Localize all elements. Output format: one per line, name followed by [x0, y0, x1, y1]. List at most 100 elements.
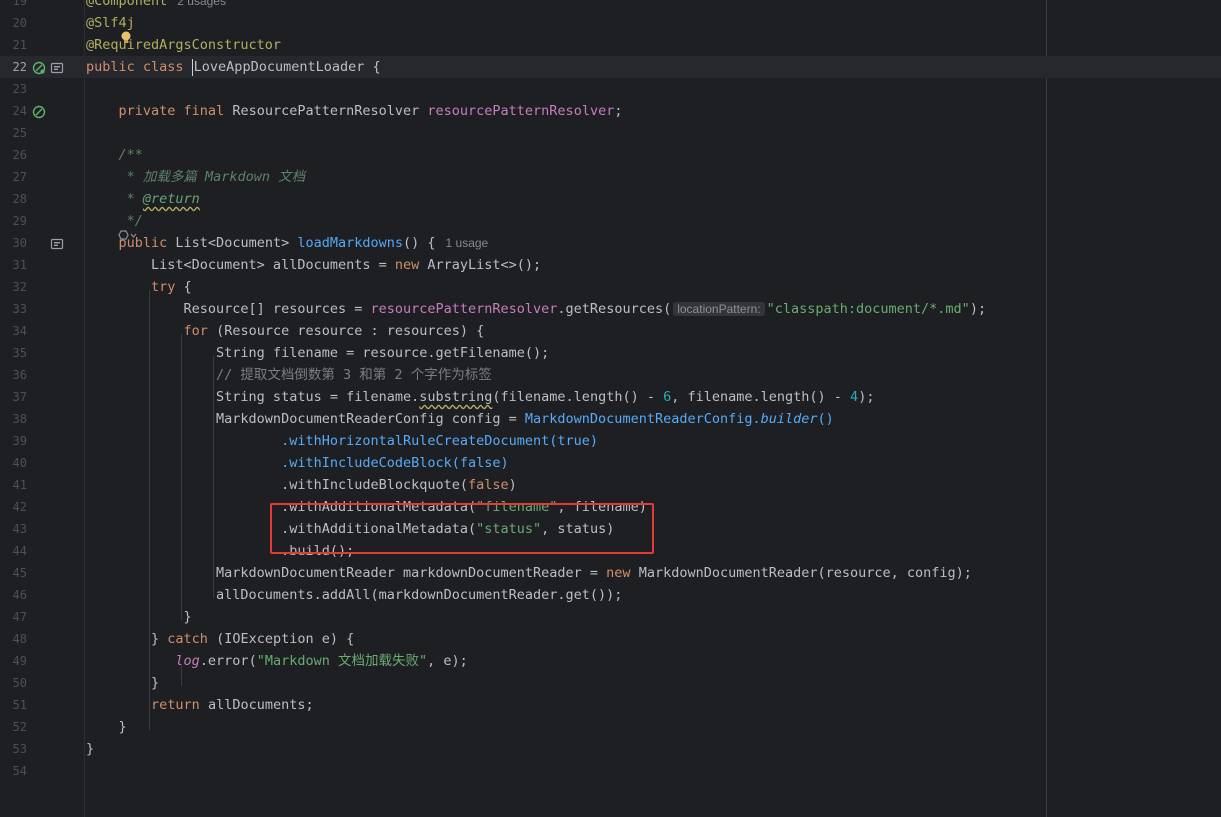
line-number[interactable]: 50 — [0, 672, 27, 694]
code-line[interactable]: 54 — [0, 760, 1221, 782]
code-line[interactable]: 51 return allDocuments; — [0, 694, 1221, 716]
code-line[interactable]: 29 */ — [0, 210, 1221, 232]
code-line[interactable]: 28 * @return — [0, 188, 1221, 210]
code-text[interactable]: try { — [86, 276, 192, 298]
code-line[interactable]: 47 } — [0, 606, 1221, 628]
line-number[interactable]: 46 — [0, 584, 27, 606]
code-text[interactable]: // 提取文档倒数第 3 和第 2 个字作为标签 — [86, 364, 492, 386]
line-number[interactable]: 42 — [0, 496, 27, 518]
code-line[interactable]: 21 @RequiredArgsConstructor — [0, 34, 1221, 56]
code-line[interactable]: 49 log.error("Markdown 文档加载失败", e); — [0, 650, 1221, 672]
code-text[interactable]: @RequiredArgsConstructor — [86, 34, 281, 56]
line-number[interactable]: 21 — [0, 34, 27, 56]
code-text[interactable]: for (Resource resource : resources) { — [86, 320, 485, 342]
code-text[interactable]: allDocuments.addAll(markdownDocumentRead… — [86, 584, 622, 606]
code-line[interactable]: 41 .withIncludeBlockquote(false) — [0, 474, 1221, 496]
line-number[interactable]: 29 — [0, 210, 27, 232]
code-line[interactable]: 22 public class LoveAppDocumentLoader { — [0, 56, 1221, 78]
code-line[interactable]: 36 // 提取文档倒数第 3 和第 2 个字作为标签 — [0, 364, 1221, 386]
code-text[interactable]: .build(); — [86, 540, 354, 562]
code-line[interactable]: 46 allDocuments.addAll(markdownDocumentR… — [0, 584, 1221, 606]
line-number[interactable]: 47 — [0, 606, 27, 628]
line-number[interactable]: 25 — [0, 122, 27, 144]
code-line[interactable]: 48 } catch (IOException e) { — [0, 628, 1221, 650]
code-line[interactable]: 31 List<Document> allDocuments = new Arr… — [0, 254, 1221, 276]
code-line[interactable]: 32 try { — [0, 276, 1221, 298]
code-text[interactable]: public class LoveAppDocumentLoader { — [86, 56, 381, 78]
code-line[interactable]: 33 Resource[] resources = resourcePatter… — [0, 298, 1221, 320]
code-text[interactable]: .withIncludeBlockquote(false) — [86, 474, 517, 496]
code-line[interactable]: 43 .withAdditionalMetadata("status", sta… — [0, 518, 1221, 540]
line-number[interactable]: 32 — [0, 276, 27, 298]
ai-assistant-icon[interactable] — [118, 229, 138, 247]
code-line[interactable]: 19 @Component 2 usages — [0, 0, 1221, 12]
line-number[interactable]: 49 — [0, 650, 27, 672]
code-line[interactable]: 27 * 加载多篇 Markdown 文档 — [0, 166, 1221, 188]
bean-injection-gutter-icon[interactable] — [32, 104, 46, 119]
code-text[interactable]: .withAdditionalMetadata("status", status… — [86, 518, 614, 540]
line-number[interactable]: 39 — [0, 430, 27, 452]
code-text[interactable]: return allDocuments; — [86, 694, 314, 716]
bean-gutter-icon[interactable] — [32, 60, 46, 75]
code-line[interactable]: 45 MarkdownDocumentReader markdownDocume… — [0, 562, 1221, 584]
code-line[interactable]: 30 public List<Document> loadMarkdowns()… — [0, 232, 1221, 254]
line-number[interactable]: 26 — [0, 144, 27, 166]
code-text[interactable]: /** — [86, 144, 143, 166]
code-line[interactable]: 23 — [0, 78, 1221, 100]
line-number[interactable]: 31 — [0, 254, 27, 276]
code-text[interactable]: MarkdownDocumentReader markdownDocumentR… — [86, 562, 972, 584]
line-number[interactable]: 33 — [0, 298, 27, 320]
line-number[interactable]: 37 — [0, 386, 27, 408]
code-text[interactable]: @Component 2 usages — [86, 0, 226, 12]
code-text[interactable]: .withAdditionalMetadata("filename", file… — [86, 496, 647, 518]
usages-hint[interactable]: 2 usages — [177, 0, 226, 8]
code-line[interactable]: 25 — [0, 122, 1221, 144]
line-number[interactable]: 19 — [0, 0, 27, 12]
code-line[interactable]: 42 .withAdditionalMetadata("filename", f… — [0, 496, 1221, 518]
line-number[interactable]: 45 — [0, 562, 27, 584]
line-number[interactable]: 35 — [0, 342, 27, 364]
line-number[interactable]: 52 — [0, 716, 27, 738]
line-number[interactable]: 23 — [0, 78, 27, 100]
line-number[interactable]: 51 — [0, 694, 27, 716]
line-number[interactable]: 44 — [0, 540, 27, 562]
line-number[interactable]: 27 — [0, 166, 27, 188]
code-text[interactable]: String status = filename.substring(filen… — [86, 386, 874, 408]
code-editor[interactable]: 19 @Component 2 usages 20 @Slf4j 21 @RequiredA… — [0, 0, 1221, 817]
code-text[interactable]: * 加载多篇 Markdown 文档 — [86, 166, 306, 188]
code-text[interactable]: } — [86, 738, 94, 760]
code-text[interactable]: List<Document> allDocuments = new ArrayL… — [86, 254, 541, 276]
line-number[interactable]: 36 — [0, 364, 27, 386]
line-number[interactable]: 43 — [0, 518, 27, 540]
lightbulb-icon[interactable] — [120, 31, 132, 45]
line-number[interactable]: 24 — [0, 100, 27, 122]
code-text[interactable]: log.error("Markdown 文档加载失败", e); — [86, 650, 467, 672]
code-line[interactable]: 35 String filename = resource.getFilenam… — [0, 342, 1221, 364]
code-text[interactable]: private final ResourcePatternResolver re… — [86, 100, 623, 122]
code-line[interactable]: 50 } — [0, 672, 1221, 694]
implementation-gutter-icon[interactable] — [50, 236, 64, 250]
line-number[interactable]: 22 — [0, 56, 27, 78]
code-line[interactable]: 40 .withIncludeCodeBlock(false) — [0, 452, 1221, 474]
code-text[interactable]: public List<Document> loadMarkdowns() {1… — [86, 232, 489, 254]
line-number[interactable]: 20 — [0, 12, 27, 34]
code-text[interactable]: String filename = resource.getFilename()… — [86, 342, 549, 364]
code-text[interactable]: } — [86, 716, 127, 738]
code-line[interactable]: 38 MarkdownDocumentReaderConfig config =… — [0, 408, 1221, 430]
code-text[interactable]: } — [86, 606, 192, 628]
line-number[interactable]: 28 — [0, 188, 27, 210]
code-line[interactable]: 24 private final ResourcePatternResolver… — [0, 100, 1221, 122]
code-text[interactable]: } catch (IOException e) { — [86, 628, 354, 650]
code-text[interactable]: * @return — [86, 188, 200, 210]
line-number[interactable]: 54 — [0, 760, 27, 782]
implementation-gutter-icon[interactable] — [50, 60, 64, 74]
code-line[interactable]: 39 .withHorizontalRuleCreateDocument(tru… — [0, 430, 1221, 452]
code-line[interactable]: 34 for (Resource resource : resources) { — [0, 320, 1221, 342]
code-line[interactable]: 52 } — [0, 716, 1221, 738]
code-line[interactable]: 44 .build(); — [0, 540, 1221, 562]
code-line[interactable]: 53} — [0, 738, 1221, 760]
code-line[interactable]: 20 @Slf4j — [0, 12, 1221, 34]
line-number[interactable]: 41 — [0, 474, 27, 496]
code-text[interactable]: .withHorizontalRuleCreateDocument(true) — [86, 430, 598, 452]
code-text[interactable]: MarkdownDocumentReaderConfig config = Ma… — [86, 408, 834, 430]
